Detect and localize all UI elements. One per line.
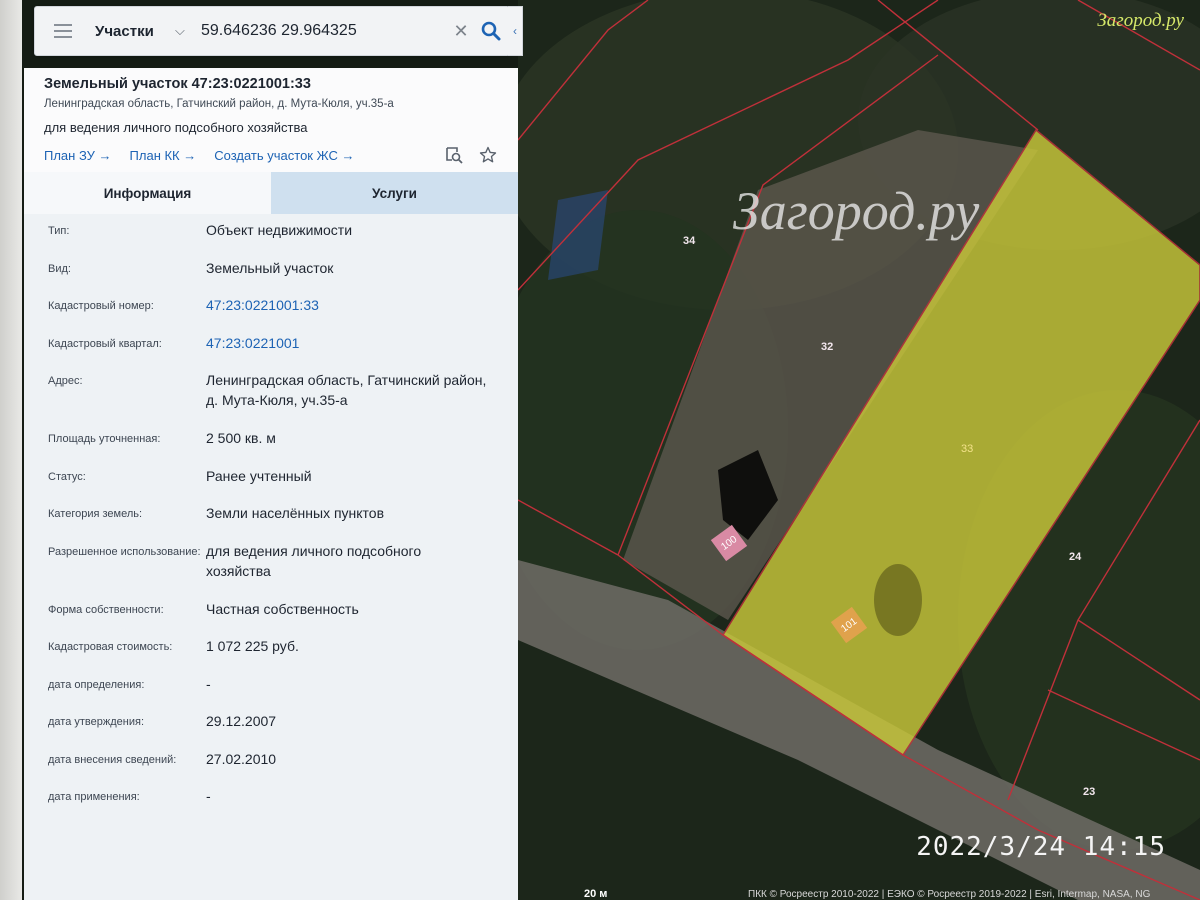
plan-kk-link[interactable]: План КК →: [130, 148, 197, 163]
attribute-row: Категория земель: Земли населённых пункто…: [24, 503, 518, 541]
panel-tabs: Информация Услуги: [24, 172, 518, 214]
attribute-value: Частная собственность: [206, 600, 359, 617]
attribute-row: дата применения: -: [24, 786, 518, 824]
search-bar: Участки ⌵ ✕: [34, 6, 510, 56]
attribute-label: Адрес:: [48, 375, 83, 387]
chevron-down-icon[interactable]: ⌵: [175, 23, 195, 39]
tab-information[interactable]: Информация: [24, 172, 271, 214]
building-label: 100: [719, 533, 739, 553]
attribute-value: Объект недвижимости: [206, 222, 353, 238]
attribute-value: -: [206, 788, 211, 804]
attribute-value: 29.12.2007: [206, 713, 277, 729]
attribute-list: Тип: Объект недвижимости Вид: Земельный уч…: [24, 214, 518, 824]
attribute-value: Земельный участок: [206, 259, 334, 276]
category-select[interactable]: Участки: [95, 23, 175, 40]
tab-services[interactable]: Услуги: [271, 172, 518, 214]
cadastral-number-link[interactable]: 47:23:0221001:33: [206, 295, 518, 333]
card-purpose: для ведения личного подсобного хозяйства: [44, 120, 308, 135]
watermark: Загород.ру: [733, 181, 980, 241]
attribute-label: Статус:: [48, 470, 86, 483]
create-plot-link[interactable]: Создать участок ЖС →: [214, 148, 354, 163]
attribute-row: Статус: Ранее учтенный: [24, 466, 518, 504]
attribute-row: Разрешенное использование: для ведения ли…: [24, 541, 518, 599]
info-panel: Земельный участок 47:23:0221001:33 Ленин…: [24, 68, 518, 900]
attribute-value: 1 072 225 руб.: [206, 638, 299, 654]
attribute-value: 2 500 кв. м: [206, 430, 276, 446]
attribute-row: дата утверждения: 29.12.2007: [24, 711, 518, 749]
card-address: Ленинградская область, Гатчинский район,…: [44, 98, 394, 110]
attribute-label: Тип:: [48, 225, 70, 237]
lot-label: 32: [821, 341, 834, 353]
attribute-label: Форма собственности:: [48, 603, 164, 616]
chevron-left-icon[interactable]: ‹: [508, 6, 523, 56]
lot-label: 33: [961, 443, 974, 455]
monitor-bezel: [0, 0, 22, 900]
attribute-label: Кадастровый номер:: [48, 300, 154, 312]
attribute-row: Площадь уточненная: 2 500 кв. м: [24, 428, 518, 466]
attribute-value: для ведения личного подсобного хозяйства: [206, 542, 422, 579]
attribute-row: Вид: Земельный участок: [24, 258, 518, 296]
attribute-value: Ленинградская область, Гатчинский район,…: [206, 372, 487, 408]
attribute-value: Земли населённых пунктов: [206, 505, 385, 521]
scale-bar-label: 20 м: [584, 888, 608, 900]
attribute-label: дата применения:: [48, 791, 140, 803]
attribute-row: Адрес: Ленинградская область, Гатчинский …: [24, 370, 518, 428]
brand-watermark: Загород.ру: [1097, 10, 1184, 31]
attribute-row: Кадастровый квартал: 47:23:0221001: [24, 333, 518, 371]
attribute-value: Ранее учтенный: [206, 467, 312, 484]
lot-label: 24: [1069, 551, 1082, 563]
search-input[interactable]: [195, 22, 449, 40]
cadastral-quarter-link[interactable]: 47:23:0221001: [206, 333, 518, 371]
attribute-label: дата определения:: [48, 678, 145, 691]
attribute-label: дата утверждения:: [48, 716, 145, 728]
satellite-imagery: [518, 0, 1200, 900]
plan-zu-link[interactable]: План ЗУ →: [44, 148, 112, 163]
attribute-label: Разрешенное использование:: [48, 545, 201, 558]
photo-timestamp: 2022/3/24 14:15: [916, 832, 1166, 862]
attribute-label: дата внесения сведений:: [48, 753, 177, 766]
attribute-label: Кадастровая стоимость:: [48, 641, 173, 653]
attribute-row: дата внесения сведений: 27.02.2010: [24, 749, 518, 787]
card-links: План ЗУ → План КК → Создать участок ЖС →: [44, 145, 498, 165]
zoom-to-object-icon[interactable]: [444, 145, 464, 165]
star-icon[interactable]: [478, 145, 498, 165]
attribute-label: Площадь уточненная:: [48, 433, 161, 445]
attribute-row: дата определения: -: [24, 674, 518, 712]
attribute-value: -: [206, 675, 211, 692]
lot-label: 23: [1083, 786, 1096, 798]
attribute-label: Категория земель:: [48, 508, 143, 520]
attribute-row: Тип: Объект недвижимости: [24, 220, 518, 258]
attribute-label: Вид:: [48, 262, 71, 275]
attribute-row: Кадастровая стоимость: 1 072 225 руб.: [24, 636, 518, 674]
map-view[interactable]: 34 32 33 24 23 100 101 Загород.ру Загоро…: [518, 0, 1200, 900]
attribute-row: Форма собственности: Частная собственност…: [24, 599, 518, 637]
close-icon[interactable]: ✕: [449, 21, 473, 42]
search-icon[interactable]: [473, 21, 509, 41]
card-title: Земельный участок 47:23:0221001:33: [44, 76, 311, 92]
map-attribution: ПКК © Росреестр 2010-2022 | ЕЭКО © Росре…: [748, 889, 1151, 900]
attribute-label: Кадастровый квартал:: [48, 337, 162, 350]
lot-label: 34: [683, 235, 696, 247]
attribute-row: Кадастровый номер: 47:23:0221001:33: [24, 295, 518, 333]
card-header: Земельный участок 47:23:0221001:33 Ленин…: [24, 68, 518, 172]
building-label: 101: [839, 615, 859, 635]
attribute-value: 27.02.2010: [206, 750, 277, 767]
